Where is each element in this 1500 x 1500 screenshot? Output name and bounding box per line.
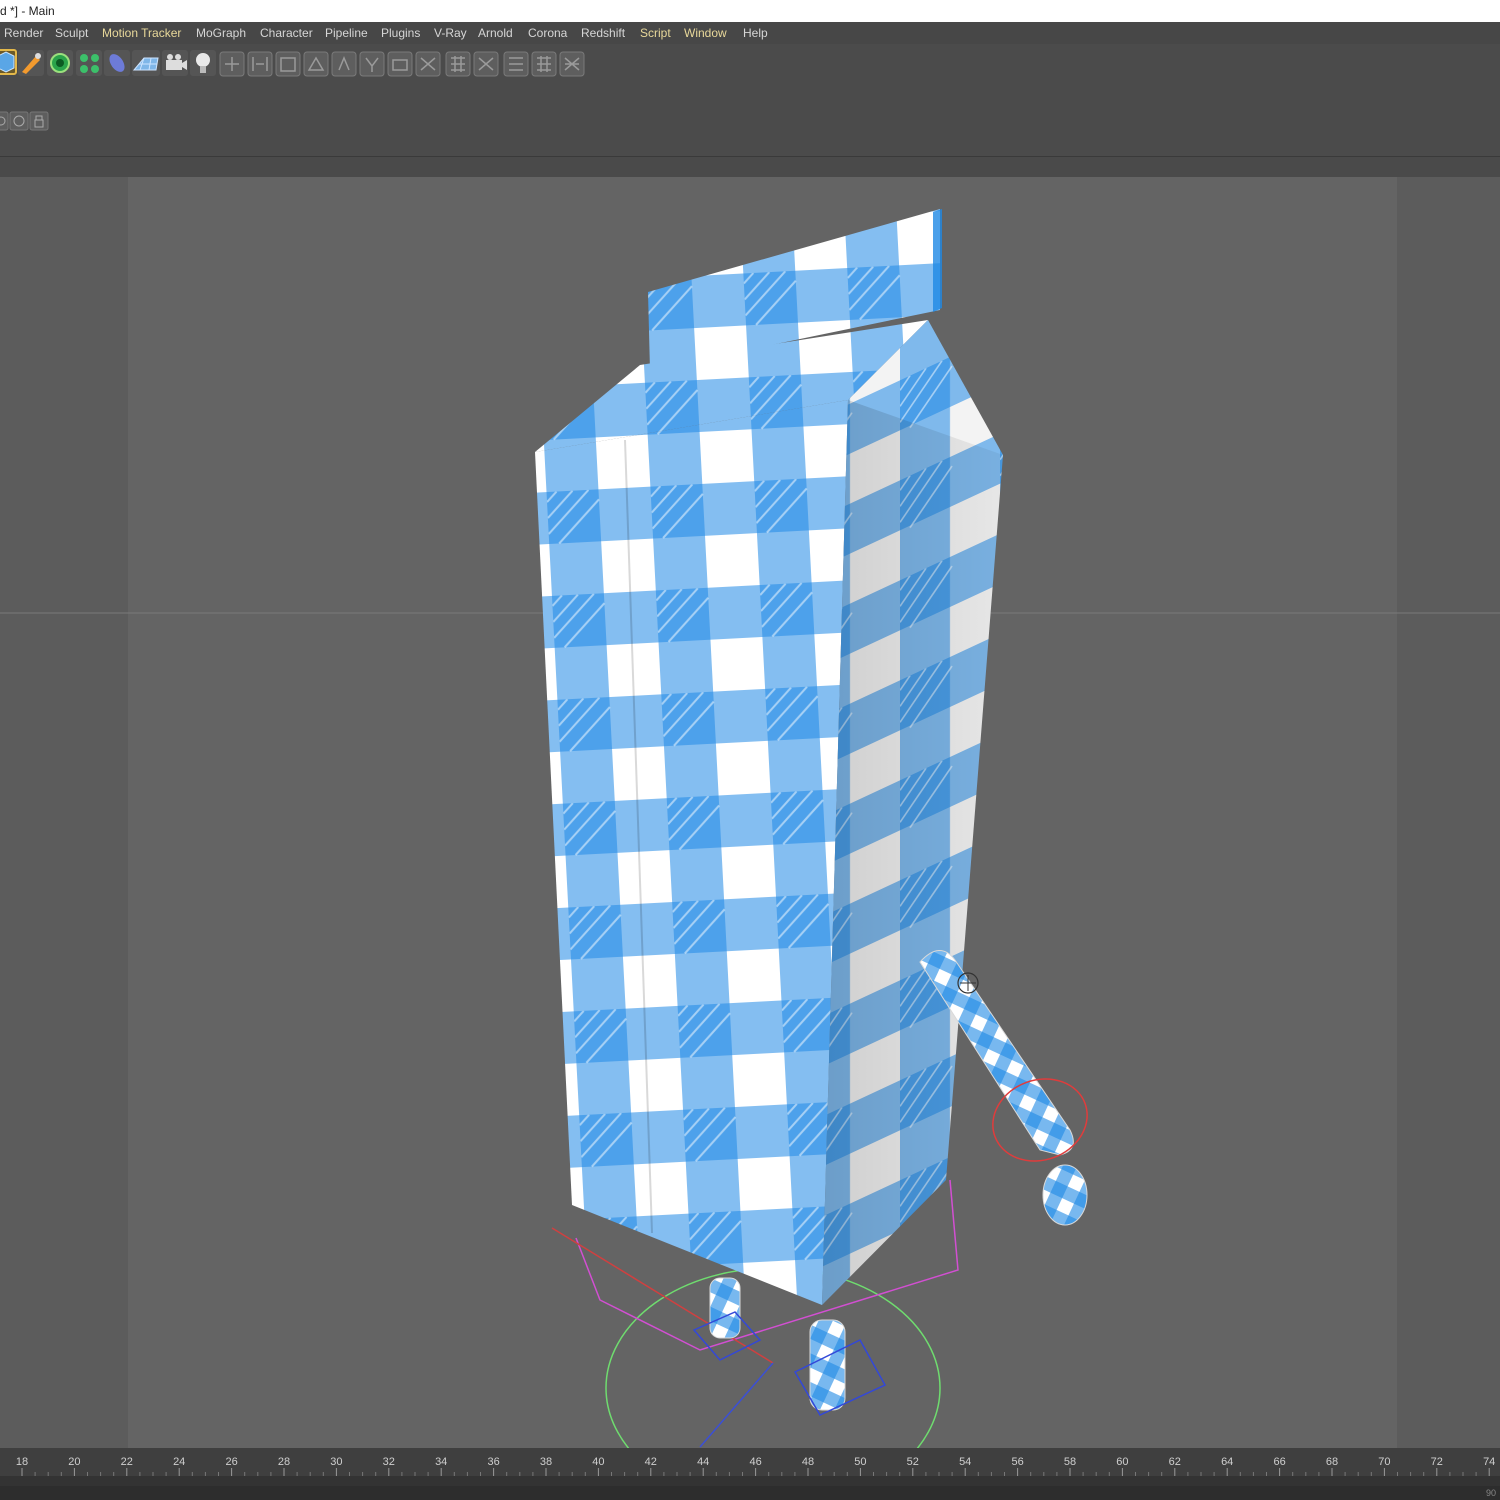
timeline-tick-label: 44 (697, 1456, 709, 1468)
menu-item-vray[interactable]: V-Ray (434, 22, 467, 44)
timeline-tick-label: 68 (1326, 1456, 1338, 1468)
menu-item-window[interactable]: Window (684, 22, 727, 44)
menu-item-script[interactable]: Script (640, 22, 671, 44)
timeline-tick-label: 18 (16, 1456, 28, 1468)
timeline-tick-label: 62 (1169, 1456, 1181, 1468)
timeline-ruler[interactable]: 90 18 20 22 24 26 28 30 32 34 36 38 40 42 44 46 48 50 52 5… (0, 1448, 1500, 1500)
light-icon[interactable] (190, 50, 216, 76)
menu-item-motion-tracker[interactable]: Motion Tracker (102, 22, 181, 44)
viewport-scene (0, 177, 1500, 1448)
timeline-tick-label: 52 (907, 1456, 919, 1468)
timeline-tick-label: 50 (854, 1456, 866, 1468)
menu-item-mograph[interactable]: MoGraph (196, 22, 246, 44)
pen-icon[interactable] (18, 50, 44, 76)
timeline-tick-label: 54 (959, 1456, 971, 1468)
menu-item-corona[interactable]: Corona (528, 22, 567, 44)
timeline-tick-label: 70 (1378, 1456, 1390, 1468)
timeline-tick-label: 32 (383, 1456, 395, 1468)
menu-item-arnold[interactable]: Arnold (478, 22, 513, 44)
timeline-tick-label: 60 (1116, 1456, 1128, 1468)
menu-item-pipeline[interactable]: Pipeline (325, 22, 368, 44)
menu-item-plugins[interactable]: Plugins (381, 22, 420, 44)
carton-side-face (822, 400, 1003, 1305)
timeline-tick-label: 24 (173, 1456, 185, 1468)
menu-item-character[interactable]: Character (260, 22, 313, 44)
polygon-icon[interactable] (275, 51, 301, 77)
menu-item-sculpt[interactable]: Sculpt (55, 22, 88, 44)
deformer-icon[interactable] (104, 50, 130, 76)
camera-icon[interactable] (162, 50, 188, 76)
floor-icon[interactable] (132, 50, 160, 76)
timeline-end-label: 90 (1486, 1488, 1496, 1498)
timeline-tick-label: 30 (330, 1456, 342, 1468)
menu-item-render[interactable]: Render (4, 22, 43, 44)
cube-icon[interactable] (0, 49, 17, 75)
timeline-tick-label: 28 (278, 1456, 290, 1468)
timeline-ticks: 90 18 20 22 24 26 28 30 32 34 36 38 40 42 44 46 48 50 52 5… (0, 1456, 1500, 1500)
cloner-icon[interactable] (76, 50, 102, 76)
timeline-tick-label: 56 (1011, 1456, 1023, 1468)
timeline-tick-label: 38 (540, 1456, 552, 1468)
timeline-tick-label: 72 (1431, 1456, 1443, 1468)
subdivision-icon[interactable] (47, 50, 73, 76)
viewport-safe-frame-right (1397, 177, 1500, 1448)
3d-viewport[interactable] (0, 177, 1500, 1448)
snap-mode-icon[interactable] (0, 111, 9, 131)
character-left-foot (692, 1277, 762, 1361)
soft-selection-icon[interactable] (9, 111, 29, 131)
menu-item-redshift[interactable]: Redshift (581, 22, 625, 44)
toolbar-icons (0, 49, 585, 131)
timeline-tick-label: 34 (435, 1456, 447, 1468)
window-title: d *] - Main (0, 4, 55, 18)
carton-front-face (535, 400, 848, 1305)
timeline-tick-label: 40 (592, 1456, 604, 1468)
menu-bar: Render Sculpt Motion Tracker MoGraph Cha… (0, 22, 1500, 44)
window-title-bar: d *] - Main (0, 0, 1500, 23)
extrude-icon[interactable] (303, 51, 329, 77)
timeline-tick-label: 42 (645, 1456, 657, 1468)
bevel-icon[interactable] (331, 51, 357, 77)
timeline-tick-label: 66 (1273, 1456, 1285, 1468)
lock-icon[interactable] (29, 111, 49, 131)
timeline-tick-label: 36 (487, 1456, 499, 1468)
main-toolbar (0, 44, 1500, 156)
ground-circle-gizmo (605, 1267, 941, 1448)
timeline-tick-label: 58 (1064, 1456, 1076, 1468)
viewport-menu-strip (0, 157, 1500, 177)
timeline-tick-label: 64 (1221, 1456, 1233, 1468)
bridge-icon[interactable] (387, 51, 413, 77)
viewport-safe-frame-left (0, 177, 128, 1448)
timeline-tick-label: 74 (1483, 1456, 1495, 1468)
knife-icon[interactable] (359, 51, 385, 77)
timeline-tick-label: 20 (68, 1456, 80, 1468)
z-axis-gizmo (699, 1362, 774, 1448)
timeline-tick-label: 26 (225, 1456, 237, 1468)
timeline-tick-label: 46 (749, 1456, 761, 1468)
timeline-tick-label: 22 (121, 1456, 133, 1468)
menu-item-help[interactable]: Help (743, 22, 768, 44)
timeline-tick-label: 48 (802, 1456, 814, 1468)
character-right-foot (793, 1319, 887, 1416)
